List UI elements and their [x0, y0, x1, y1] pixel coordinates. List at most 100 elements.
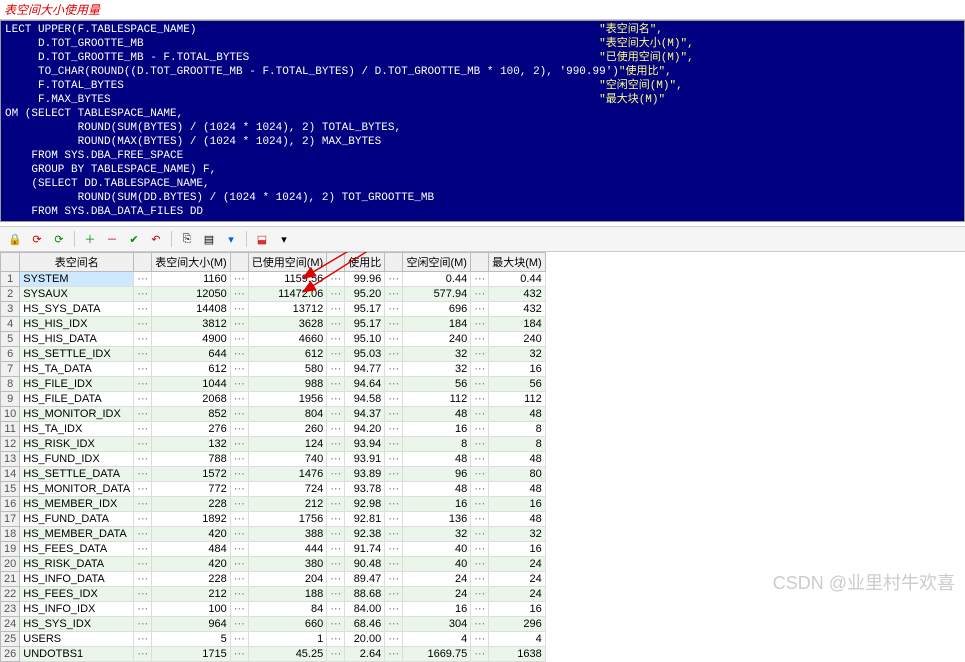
cell-max[interactable]: 16 — [489, 602, 546, 617]
cell-max[interactable]: 112 — [489, 392, 546, 407]
col-header[interactable]: 表空间大小(M) — [152, 253, 231, 272]
cell-max[interactable]: 432 — [489, 302, 546, 317]
cell-used[interactable]: 260 — [248, 422, 327, 437]
cell-menu[interactable]: ⋯ — [230, 317, 248, 332]
cell-max[interactable]: 56 — [489, 377, 546, 392]
cell-size[interactable]: 228 — [152, 572, 231, 587]
cell-size[interactable]: 1044 — [152, 377, 231, 392]
cell-menu[interactable]: ⋯ — [134, 452, 152, 467]
table-row[interactable]: 12HS_RISK_IDX⋯132⋯124⋯93.94⋯8⋯8 — [1, 437, 546, 452]
cell-menu[interactable]: ⋯ — [385, 422, 403, 437]
table-row[interactable]: 18HS_MEMBER_DATA⋯420⋯388⋯92.38⋯32⋯32 — [1, 527, 546, 542]
col-header[interactable]: 空闲空间(M) — [403, 253, 471, 272]
cell-size[interactable]: 276 — [152, 422, 231, 437]
table-row[interactable]: 21HS_INFO_DATA⋯228⋯204⋯89.47⋯24⋯24 — [1, 572, 546, 587]
cell-max[interactable]: 240 — [489, 332, 546, 347]
cell-free[interactable]: 577.94 — [403, 287, 471, 302]
cell-menu[interactable]: ⋯ — [385, 542, 403, 557]
row-number[interactable]: 8 — [1, 377, 20, 392]
cell-max[interactable]: 24 — [489, 587, 546, 602]
cell-name[interactable]: HS_HIS_DATA — [20, 332, 134, 347]
table-row[interactable]: 13HS_FUND_IDX⋯788⋯740⋯93.91⋯48⋯48 — [1, 452, 546, 467]
cell-menu[interactable]: ⋯ — [134, 407, 152, 422]
cell-ratio[interactable]: 94.64 — [345, 377, 385, 392]
cell-name[interactable]: HS_MONITOR_IDX — [20, 407, 134, 422]
cell-menu[interactable]: ⋯ — [327, 272, 345, 287]
row-number[interactable]: 17 — [1, 512, 20, 527]
cell-menu[interactable]: ⋯ — [134, 557, 152, 572]
export-icon[interactable]: ▤ — [200, 230, 218, 248]
first-icon[interactable]: ⬓ — [253, 230, 271, 248]
cell-menu[interactable]: ⋯ — [230, 542, 248, 557]
cell-max[interactable]: 4 — [489, 632, 546, 647]
cell-menu[interactable]: ⋯ — [327, 287, 345, 302]
cell-menu[interactable]: ⋯ — [385, 527, 403, 542]
cell-menu[interactable]: ⋯ — [385, 407, 403, 422]
cell-ratio[interactable]: 92.98 — [345, 497, 385, 512]
cell-max[interactable]: 0.44 — [489, 272, 546, 287]
cell-menu[interactable]: ⋯ — [471, 512, 489, 527]
cell-menu[interactable]: ⋯ — [385, 347, 403, 362]
cell-free[interactable]: 1669.75 — [403, 647, 471, 662]
cell-max[interactable]: 432 — [489, 287, 546, 302]
lock-icon[interactable]: 🔒 — [6, 230, 24, 248]
cell-used[interactable]: 11472.06 — [248, 287, 327, 302]
cell-menu[interactable]: ⋯ — [230, 647, 248, 662]
row-number[interactable]: 21 — [1, 572, 20, 587]
cell-size[interactable]: 1572 — [152, 467, 231, 482]
table-row[interactable]: 9HS_FILE_DATA⋯2068⋯1956⋯94.58⋯112⋯112 — [1, 392, 546, 407]
cell-name[interactable]: HS_FEES_DATA — [20, 542, 134, 557]
cell-used[interactable]: 45.25 — [248, 647, 327, 662]
cell-name[interactable]: HS_RISK_DATA — [20, 557, 134, 572]
cell-menu[interactable]: ⋯ — [471, 377, 489, 392]
cell-size[interactable]: 4900 — [152, 332, 231, 347]
cell-name[interactable]: HS_HIS_IDX — [20, 317, 134, 332]
cell-menu[interactable]: ⋯ — [471, 362, 489, 377]
cell-max[interactable]: 80 — [489, 467, 546, 482]
cell-max[interactable]: 48 — [489, 452, 546, 467]
col-header[interactable] — [385, 253, 403, 272]
cell-ratio[interactable]: 84.00 — [345, 602, 385, 617]
cell-menu[interactable]: ⋯ — [134, 497, 152, 512]
cell-menu[interactable]: ⋯ — [471, 647, 489, 662]
cell-ratio[interactable]: 93.94 — [345, 437, 385, 452]
cell-menu[interactable]: ⋯ — [230, 587, 248, 602]
cell-menu[interactable]: ⋯ — [230, 557, 248, 572]
cell-menu[interactable]: ⋯ — [385, 377, 403, 392]
cell-menu[interactable]: ⋯ — [471, 347, 489, 362]
cell-menu[interactable]: ⋯ — [134, 377, 152, 392]
cell-menu[interactable]: ⋯ — [385, 482, 403, 497]
col-header[interactable]: 表空间名 — [20, 253, 134, 272]
cell-menu[interactable]: ⋯ — [385, 437, 403, 452]
table-row[interactable]: 22HS_FEES_IDX⋯212⋯188⋯88.68⋯24⋯24 — [1, 587, 546, 602]
cell-size[interactable]: 3812 — [152, 317, 231, 332]
col-header[interactable]: 已使用空间(M) — [248, 253, 327, 272]
cell-menu[interactable]: ⋯ — [134, 347, 152, 362]
cell-used[interactable]: 804 — [248, 407, 327, 422]
cell-menu[interactable]: ⋯ — [134, 332, 152, 347]
cell-ratio[interactable]: 93.78 — [345, 482, 385, 497]
cell-free[interactable]: 56 — [403, 377, 471, 392]
cell-menu[interactable]: ⋯ — [327, 482, 345, 497]
cell-menu[interactable]: ⋯ — [327, 617, 345, 632]
col-header[interactable] — [230, 253, 248, 272]
cell-ratio[interactable]: 95.03 — [345, 347, 385, 362]
cell-menu[interactable]: ⋯ — [471, 572, 489, 587]
row-number[interactable]: 11 — [1, 422, 20, 437]
cell-free[interactable]: 112 — [403, 392, 471, 407]
cell-used[interactable]: 388 — [248, 527, 327, 542]
cell-menu[interactable]: ⋯ — [230, 572, 248, 587]
cell-ratio[interactable]: 89.47 — [345, 572, 385, 587]
col-header[interactable]: 使用比 — [345, 253, 385, 272]
cell-ratio[interactable]: 2.64 — [345, 647, 385, 662]
cell-name[interactable]: SYSAUX — [20, 287, 134, 302]
cell-menu[interactable]: ⋯ — [327, 602, 345, 617]
cell-name[interactable]: HS_FILE_IDX — [20, 377, 134, 392]
cell-name[interactable]: HS_INFO_DATA — [20, 572, 134, 587]
cell-menu[interactable]: ⋯ — [471, 437, 489, 452]
cell-menu[interactable]: ⋯ — [327, 557, 345, 572]
cell-free[interactable]: 48 — [403, 452, 471, 467]
cell-menu[interactable]: ⋯ — [134, 437, 152, 452]
cell-size[interactable]: 212 — [152, 587, 231, 602]
refresh-green-icon[interactable]: ⟳ — [50, 230, 68, 248]
